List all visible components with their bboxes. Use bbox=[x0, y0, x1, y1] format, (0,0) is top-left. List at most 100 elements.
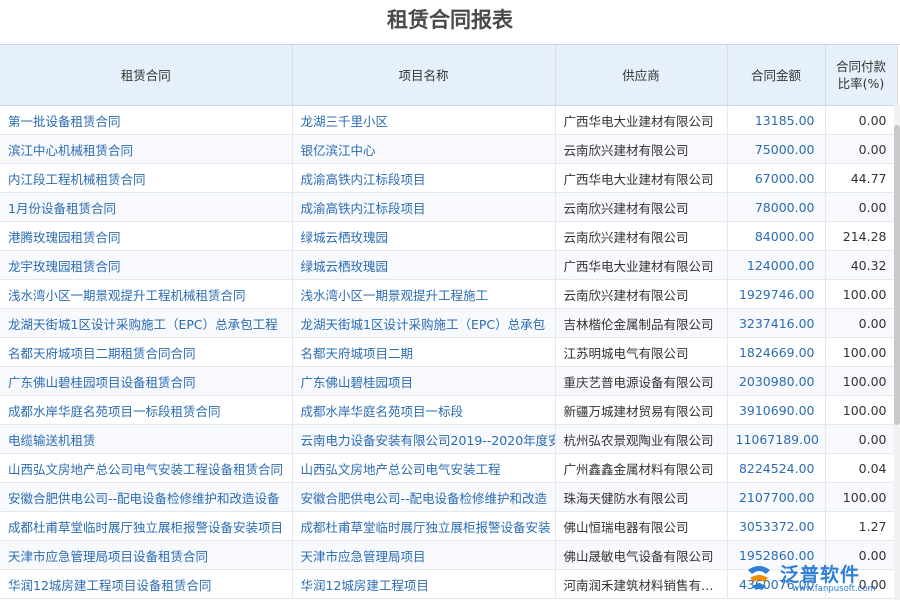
project-link[interactable]: 山西弘文房地产总公司电气安装工程 bbox=[292, 454, 555, 483]
amount-link[interactable]: 1952860.00 bbox=[727, 541, 825, 570]
supplier-cell: 杭州弘农景观陶业有限公司 bbox=[555, 425, 727, 454]
column-header-supplier[interactable]: 供应商 bbox=[555, 45, 727, 106]
contract-link[interactable]: 第一批设备租赁合同 bbox=[0, 106, 292, 135]
column-header-amount[interactable]: 合同金额 bbox=[727, 45, 825, 106]
column-header-contract[interactable]: 租赁合同 bbox=[0, 45, 292, 106]
supplier-cell: 佛山晟敏电气设备有限公司 bbox=[555, 541, 727, 570]
contract-link[interactable]: 浅水湾小区一期景观提升工程机械租赁合同 bbox=[0, 280, 292, 309]
table-row[interactable]: 龙宇玫瑰园租赁合同绿城云栖玫瑰园广西华电大业建材有限公司124000.0040.… bbox=[0, 251, 897, 280]
ratio-cell: 0.00 bbox=[825, 425, 897, 454]
project-link[interactable]: 天津市应急管理局项目 bbox=[292, 541, 555, 570]
contract-link[interactable]: 山西弘文房地产总公司电气安装工程设备租赁合同 bbox=[0, 454, 292, 483]
table-row[interactable]: 成都水岸华庭名苑项目一标段租赁合同成都水岸华庭名苑项目一标段新疆万城建材贸易有限… bbox=[0, 396, 897, 425]
amount-link[interactable]: 124000.00 bbox=[727, 251, 825, 280]
amount-link[interactable]: 3237416.00 bbox=[727, 309, 825, 338]
contract-table: 租赁合同 项目名称 供应商 合同金额 合同付款比率(%) 第一批设备租赁合同龙湖… bbox=[0, 44, 900, 601]
supplier-cell: 吉林楷伦金属制品有限公司 bbox=[555, 309, 727, 338]
column-header-ratio[interactable]: 合同付款比率(%) bbox=[825, 45, 897, 106]
contract-link[interactable]: 滨江中心机械租赁合同 bbox=[0, 135, 292, 164]
ratio-cell: 1.27 bbox=[825, 512, 897, 541]
table-row[interactable]: 天津市应急管理局项目设备租赁合同天津市应急管理局项目佛山晟敏电气设备有限公司19… bbox=[0, 541, 897, 570]
project-link[interactable]: 龙湖天街城1区设计采购施工（EPC）总承包 bbox=[292, 309, 555, 338]
ratio-cell: 40.32 bbox=[825, 251, 897, 280]
supplier-cell: 广西华电大业建材有限公司 bbox=[555, 251, 727, 280]
project-link[interactable]: 银亿滨江中心 bbox=[292, 135, 555, 164]
ratio-cell: 0.00 bbox=[825, 193, 897, 222]
contract-link[interactable]: 天津市应急管理局项目设备租赁合同 bbox=[0, 541, 292, 570]
ratio-cell: 100.00 bbox=[825, 367, 897, 396]
contract-link[interactable]: 名都天府城项目二期租赁合同合同 bbox=[0, 338, 292, 367]
project-link[interactable]: 绿城云栖玫瑰园 bbox=[292, 222, 555, 251]
amount-link[interactable]: 2107700.00 bbox=[727, 483, 825, 512]
project-link[interactable]: 安徽合肥供电公司--配电设备检修维护和改造 bbox=[292, 483, 555, 512]
contract-link[interactable]: 广东佛山碧桂园项目设备租赁合同 bbox=[0, 367, 292, 396]
contract-link[interactable]: 安徽合肥供电公司--配电设备检修维护和改造设备 bbox=[0, 483, 292, 512]
ratio-cell: 0.00 bbox=[825, 570, 897, 599]
table-row[interactable]: 1月份设备租赁合同成渝高铁内江标段项目云南欣兴建材有限公司78000.000.0… bbox=[0, 193, 897, 222]
ratio-cell: 0.00 bbox=[825, 135, 897, 164]
table-row[interactable]: 第一批设备租赁合同龙湖三千里小区广西华电大业建材有限公司13185.000.00 bbox=[0, 106, 897, 135]
ratio-cell: 0.04 bbox=[825, 454, 897, 483]
amount-link[interactable]: 78000.00 bbox=[727, 193, 825, 222]
contract-link[interactable]: 1月份设备租赁合同 bbox=[0, 193, 292, 222]
supplier-cell: 广西华电大业建材有限公司 bbox=[555, 164, 727, 193]
table-row[interactable]: 广东佛山碧桂园项目设备租赁合同广东佛山碧桂园项目重庆艺普电源设备有限公司2030… bbox=[0, 367, 897, 396]
table-row[interactable]: 山西弘文房地产总公司电气安装工程设备租赁合同山西弘文房地产总公司电气安装工程广州… bbox=[0, 454, 897, 483]
project-link[interactable]: 龙湖三千里小区 bbox=[292, 106, 555, 135]
amount-link[interactable]: 4360076.00 bbox=[727, 570, 825, 599]
table-row[interactable]: 电缆输送机租赁云南电力设备安装有限公司2019--2020年度安装杭州弘农景观陶… bbox=[0, 425, 897, 454]
ratio-cell: 0.00 bbox=[825, 309, 897, 338]
amount-link[interactable]: 8224524.00 bbox=[727, 454, 825, 483]
table-row[interactable]: 内江段工程机械租赁合同成渝高铁内江标段项目广西华电大业建材有限公司67000.0… bbox=[0, 164, 897, 193]
scrollbar-thumb[interactable] bbox=[894, 125, 900, 425]
project-link[interactable]: 华润12城房建工程项目 bbox=[292, 570, 555, 599]
contract-link[interactable]: 电缆输送机租赁 bbox=[0, 425, 292, 454]
contract-link[interactable]: 内江段工程机械租赁合同 bbox=[0, 164, 292, 193]
ratio-cell: 0.00 bbox=[825, 106, 897, 135]
supplier-cell: 广州鑫鑫金属材料有限公司 bbox=[555, 454, 727, 483]
supplier-cell: 云南欣兴建材有限公司 bbox=[555, 222, 727, 251]
supplier-cell: 广西华电大业建材有限公司 bbox=[555, 106, 727, 135]
contract-link[interactable]: 华润12城房建工程项目设备租赁合同 bbox=[0, 570, 292, 599]
project-link[interactable]: 绿城云栖玫瑰园 bbox=[292, 251, 555, 280]
table-row[interactable]: 名都天府城项目二期租赁合同合同名都天府城项目二期江苏明城电气有限公司182466… bbox=[0, 338, 897, 367]
table-row[interactable]: 成都杜甫草堂临时展厅独立展柜报警设备安装项目成都杜甫草堂临时展厅独立展柜报警设备… bbox=[0, 512, 897, 541]
project-link[interactable]: 广东佛山碧桂园项目 bbox=[292, 367, 555, 396]
project-link[interactable]: 云南电力设备安装有限公司2019--2020年度安装 bbox=[292, 425, 555, 454]
ratio-cell: 214.28 bbox=[825, 222, 897, 251]
supplier-cell: 佛山恒瑞电器有限公司 bbox=[555, 512, 727, 541]
amount-link[interactable]: 84000.00 bbox=[727, 222, 825, 251]
project-link[interactable]: 浅水湾小区一期景观提升工程施工 bbox=[292, 280, 555, 309]
amount-link[interactable]: 75000.00 bbox=[727, 135, 825, 164]
contract-link[interactable]: 龙湖天街城1区设计采购施工（EPC）总承包工程 bbox=[0, 309, 292, 338]
amount-link[interactable]: 3910690.00 bbox=[727, 396, 825, 425]
amount-link[interactable]: 11067189.00 bbox=[727, 425, 825, 454]
project-link[interactable]: 成都水岸华庭名苑项目一标段 bbox=[292, 396, 555, 425]
project-link[interactable]: 成渝高铁内江标段项目 bbox=[292, 193, 555, 222]
table-row[interactable]: 龙湖天街城1区设计采购施工（EPC）总承包工程龙湖天街城1区设计采购施工（EPC… bbox=[0, 309, 897, 338]
table-row[interactable]: 安徽合肥供电公司--配电设备检修维护和改造设备安徽合肥供电公司--配电设备检修维… bbox=[0, 483, 897, 512]
amount-link[interactable]: 1824669.00 bbox=[727, 338, 825, 367]
supplier-cell: 重庆艺普电源设备有限公司 bbox=[555, 367, 727, 396]
column-header-project[interactable]: 项目名称 bbox=[292, 45, 555, 106]
contract-link[interactable]: 港腾玫瑰园租赁合同 bbox=[0, 222, 292, 251]
amount-link[interactable]: 1929746.00 bbox=[727, 280, 825, 309]
contract-link[interactable]: 龙宇玫瑰园租赁合同 bbox=[0, 251, 292, 280]
project-link[interactable]: 名都天府城项目二期 bbox=[292, 338, 555, 367]
ratio-cell: 100.00 bbox=[825, 396, 897, 425]
ratio-cell: 100.00 bbox=[825, 338, 897, 367]
table-row[interactable]: 华润12城房建工程项目设备租赁合同华润12城房建工程项目河南润禾建筑材料销售有限… bbox=[0, 570, 897, 599]
amount-link[interactable]: 2030980.00 bbox=[727, 367, 825, 396]
project-link[interactable]: 成都杜甫草堂临时展厅独立展柜报警设备安装 bbox=[292, 512, 555, 541]
amount-link[interactable]: 3053372.00 bbox=[727, 512, 825, 541]
project-link[interactable]: 成渝高铁内江标段项目 bbox=[292, 164, 555, 193]
table-row[interactable]: 滨江中心机械租赁合同银亿滨江中心云南欣兴建材有限公司75000.000.00 bbox=[0, 135, 897, 164]
amount-link[interactable]: 13185.00 bbox=[727, 106, 825, 135]
contract-link[interactable]: 成都杜甫草堂临时展厅独立展柜报警设备安装项目 bbox=[0, 512, 292, 541]
table-row[interactable]: 港腾玫瑰园租赁合同绿城云栖玫瑰园云南欣兴建材有限公司84000.00214.28 bbox=[0, 222, 897, 251]
supplier-cell: 江苏明城电气有限公司 bbox=[555, 338, 727, 367]
contract-link[interactable]: 成都水岸华庭名苑项目一标段租赁合同 bbox=[0, 396, 292, 425]
vertical-scrollbar[interactable] bbox=[894, 105, 900, 600]
table-row[interactable]: 浅水湾小区一期景观提升工程机械租赁合同浅水湾小区一期景观提升工程施工云南欣兴建材… bbox=[0, 280, 897, 309]
amount-link[interactable]: 67000.00 bbox=[727, 164, 825, 193]
